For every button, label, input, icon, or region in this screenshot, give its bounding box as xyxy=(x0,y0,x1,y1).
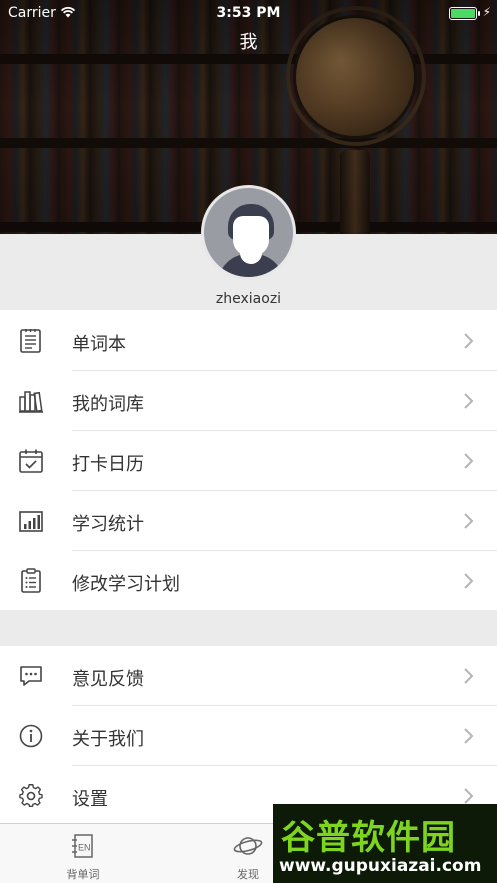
gear-icon xyxy=(19,784,43,808)
bar-chart-icon xyxy=(19,511,43,532)
chevron-right-icon xyxy=(464,453,474,469)
info-icon xyxy=(19,724,43,748)
tab-memorize-words[interactable]: EN 背单词 xyxy=(33,832,133,882)
notebook-icon xyxy=(20,329,41,353)
en-book-icon: EN xyxy=(72,834,93,858)
menu-item-label: 设置 xyxy=(72,789,108,810)
menu-item-label: 学习统计 xyxy=(72,514,144,535)
chevron-right-icon xyxy=(464,573,474,589)
menu-item-label: 修改学习计划 xyxy=(72,574,180,595)
chat-bubble-icon xyxy=(20,666,42,686)
watermark-title: 谷普软件园 xyxy=(281,818,456,858)
status-bar: Carrier 3:53 PM ⚡ xyxy=(0,0,497,26)
menu-item-about-us[interactable]: 关于我们 xyxy=(0,706,497,766)
status-time: 3:53 PM xyxy=(216,5,281,21)
menu-item-edit-study-plan[interactable]: 修改学习计划 xyxy=(0,551,497,610)
menu-item-label: 关于我们 xyxy=(72,729,144,750)
charging-icon: ⚡ xyxy=(482,5,491,19)
books-icon xyxy=(19,391,43,413)
chevron-right-icon xyxy=(464,728,474,744)
chevron-right-icon xyxy=(464,393,474,409)
menu-item-feedback[interactable]: 意见反馈 xyxy=(0,646,497,706)
battery-icon xyxy=(449,7,480,20)
menu-item-label: 我的词库 xyxy=(72,394,144,415)
username: zhexiaozi xyxy=(215,291,282,307)
clipboard-list-icon xyxy=(21,568,41,593)
watermark-logo: 谷普软件园 www.gupuxiazai.com xyxy=(273,804,497,883)
section-gap xyxy=(0,610,497,646)
calendar-check-icon xyxy=(19,449,43,473)
menu-item-label: 单词本 xyxy=(72,334,126,355)
menu-item-wordbook[interactable]: 单词本 xyxy=(0,311,497,371)
planet-icon xyxy=(233,837,263,855)
chevron-right-icon xyxy=(464,513,474,529)
menu-item-my-wordbank[interactable]: 我的词库 xyxy=(0,371,497,431)
menu-item-label: 打卡日历 xyxy=(72,454,144,475)
chevron-right-icon xyxy=(464,333,474,349)
menu-item-label: 意见反馈 xyxy=(72,669,144,690)
page-title: 我 xyxy=(239,32,258,53)
watermark-url: www.gupuxiazai.com xyxy=(279,856,482,876)
chevron-right-icon xyxy=(464,668,474,684)
menu-item-checkin-calendar[interactable]: 打卡日历 xyxy=(0,431,497,491)
svg-text:EN: EN xyxy=(78,843,91,853)
avatar[interactable] xyxy=(201,185,296,280)
tab-label: 背单词 xyxy=(66,868,100,881)
chevron-right-icon xyxy=(464,788,474,804)
menu-item-study-stats[interactable]: 学习统计 xyxy=(0,491,497,551)
